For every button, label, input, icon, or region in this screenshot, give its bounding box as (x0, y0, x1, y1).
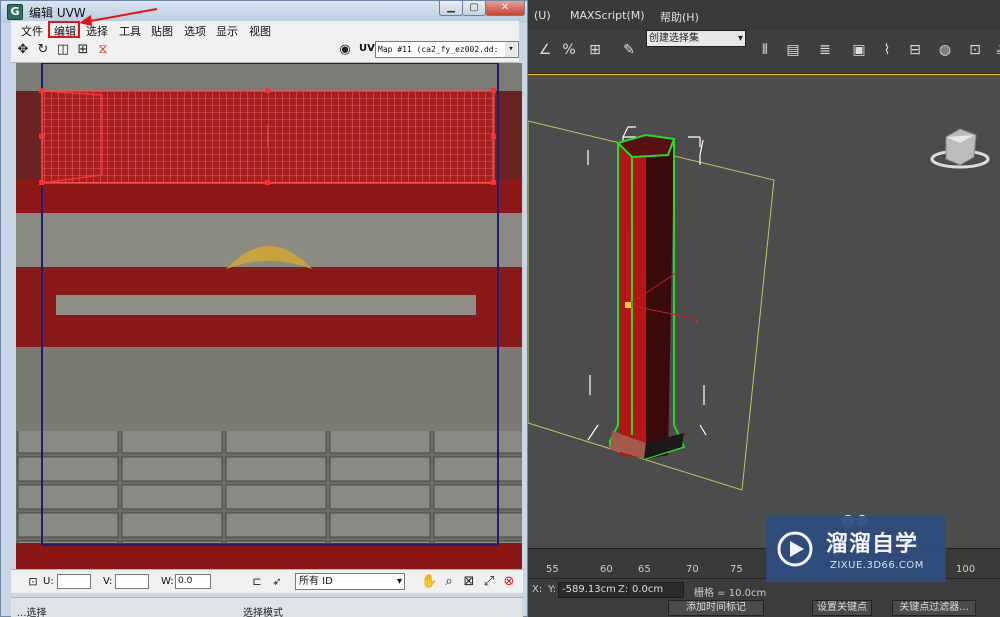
texture-map-dropdown[interactable]: Map #11 (ca2_fy_ez002.dd: (375, 41, 519, 58)
freeform-icon[interactable]: ⊞ (75, 42, 91, 58)
svg-text:x: x (694, 316, 699, 325)
lock-selection-icon[interactable]: ⊏ (249, 574, 265, 590)
uv-texture-view (16, 63, 522, 569)
schematic-view-icon[interactable]: ⊟ (904, 39, 926, 61)
z-coord-field[interactable]: 0.0cm (628, 582, 684, 598)
u-input[interactable] (57, 574, 91, 589)
watermark-url: ZIXUE.3D66.COM (830, 560, 924, 571)
key-filters-button[interactable]: 关键点过滤器... (892, 600, 976, 616)
u-label: U: (43, 576, 54, 587)
texture-band (16, 431, 522, 543)
percent-snap-icon[interactable]: % (558, 39, 580, 61)
texture-band (16, 63, 522, 91)
status-mode-text: 选择模式 (243, 608, 283, 617)
perspective-viewport[interactable]: x (527, 74, 1000, 548)
pillar-shadow-side (646, 147, 674, 459)
material-editor-icon[interactable]: ◍ (934, 39, 956, 61)
v-label: V: (103, 576, 113, 587)
timeline-tick: 100 (956, 564, 976, 575)
texture-band (16, 543, 522, 569)
max-menubar: (U) MAXScript(M) 帮助(H) (528, 0, 1000, 30)
mirror-icon[interactable]: ⧖ (95, 42, 111, 58)
spinner-snap-icon[interactable]: ⊞ (584, 39, 606, 61)
add-time-tag-button[interactable]: 添加时间标记 (668, 600, 764, 616)
max-menu-maxscript[interactable]: MAXScript(M) (570, 9, 645, 22)
maximize-button[interactable]: ▢ (462, 1, 486, 16)
watermark-title: 溜溜自学 (826, 532, 919, 557)
highlight-box (48, 21, 80, 38)
menu-view[interactable]: 视图 (249, 23, 271, 39)
viewport-scene: x (527, 120, 990, 527)
grid-size-label: 栅格 = 10.0cm (694, 588, 767, 599)
timeline-tick: 75 (730, 564, 743, 575)
zoom-icon[interactable]: ⌕ (441, 574, 457, 590)
y-coord-label: Y: (548, 584, 557, 595)
uv-label: UV (359, 43, 375, 54)
z-coord-label: Z: (618, 584, 629, 595)
named-selection-set-dropdown[interactable]: 创建选择集 (646, 30, 746, 47)
curve-editor-icon[interactable]: ⌇ (876, 39, 898, 61)
move-icon[interactable]: ✥ (15, 42, 31, 58)
app-icon: G (7, 4, 23, 20)
layer-manager-icon[interactable]: ≣ (814, 39, 836, 61)
texture-band (16, 347, 522, 431)
zoom-extents-icon[interactable]: ⤢ (481, 574, 497, 590)
snap-toggle-icon[interactable]: ⊗ (501, 574, 517, 590)
uv-editor-canvas[interactable] (16, 63, 522, 569)
uvw-toolbar: ✥ ↻ ◫ ⊞ ⧖ ◉ UV Map #11 (ca2_fy_ez002.dd: (11, 39, 519, 63)
edit-named-sets-icon[interactable]: ✎ (618, 39, 640, 61)
timeline-tick: 60 (600, 564, 613, 575)
texture-band (56, 295, 476, 315)
timeline-tick: 70 (686, 564, 699, 575)
render-setup-icon[interactable]: ⊡ (964, 39, 986, 61)
mirror-icon[interactable]: ⫴ (754, 39, 776, 61)
menu-file[interactable]: 文件 (21, 23, 43, 39)
annotation-arrow (79, 8, 158, 26)
menu-display[interactable]: 显示 (216, 23, 238, 39)
max-main-toolbar: ∠ % ⊞ ✎ 创建选择集 ⫴ ▤ ≣ ▣ ⌇ ⊟ ◍ ⊡ ☕ (528, 30, 1000, 74)
edit-uvw-window: G 编辑 UVW ▁ ▢ ✕ 文件 编辑 选择 工具 贴图 选项 显示 视图 ✥… (0, 0, 528, 617)
play-logo-icon (777, 531, 813, 567)
status-select-text: ...选择 (17, 608, 47, 617)
viewcube[interactable] (930, 128, 990, 169)
max-menu-help[interactable]: 帮助(H) (660, 9, 699, 25)
rotate-icon[interactable]: ↻ (35, 42, 51, 58)
angle-snap-icon[interactable]: ∠ (534, 39, 556, 61)
checker-sphere-icon[interactable]: ◉ (337, 42, 353, 58)
uvw-bottom-toolbar: ⊡ U: V: W: 0.0 ⊏ ➶ 所有 ID ✋ ⌕ ⊠ ⤢ ⊗ (11, 569, 523, 593)
w-label: W: (161, 576, 174, 587)
scene-explorer-icon[interactable]: ▣ (848, 39, 870, 61)
max-menu-item[interactable]: (U) (534, 9, 551, 22)
max-status-bar: X: Y: -589.13cm Z: 0.0cm 栅格 = 10.0cm 添加时… (528, 578, 1000, 617)
pan-hand-icon[interactable]: ✋ (421, 574, 437, 590)
align-icon[interactable]: ▤ (782, 39, 804, 61)
timeline-tick: 65 (638, 564, 651, 575)
set-key-button[interactable]: 设置关键点 (812, 600, 872, 616)
close-button[interactable]: ✕ (485, 1, 525, 16)
paint-select-icon[interactable]: ➶ (269, 574, 285, 590)
timeline-tick: 55 (546, 564, 559, 575)
absolute-mode-icon[interactable]: ⊡ (25, 574, 41, 590)
material-id-dropdown[interactable]: 所有 ID (295, 573, 405, 590)
menu-options[interactable]: 选项 (184, 23, 206, 39)
zoom-region-icon[interactable]: ⊠ (461, 574, 477, 590)
v-input[interactable] (115, 574, 149, 589)
scale-icon[interactable]: ◫ (55, 42, 71, 58)
render-icon[interactable]: ☕ (990, 39, 1000, 61)
w-input[interactable]: 0.0 (175, 574, 211, 589)
uvw-status-bar: ...选择 选择模式 (11, 597, 523, 617)
watermark-banner: 溜溜自学 ZIXUE.3D66.COM (766, 516, 946, 582)
x-coord-label: X: (532, 584, 543, 595)
minimize-button[interactable]: ▁ (439, 1, 463, 16)
